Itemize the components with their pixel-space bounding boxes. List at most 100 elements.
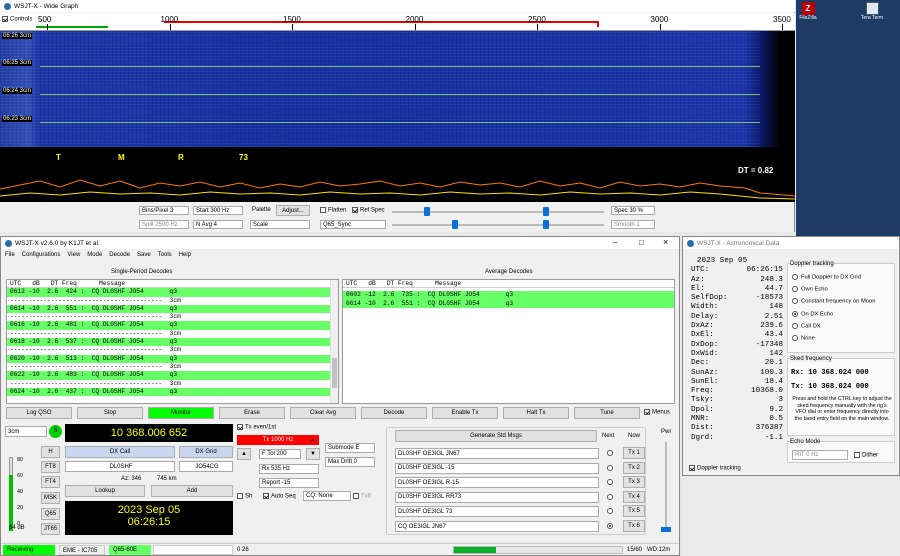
decode-row[interactable]: 0618 -10 2.6 537 : CQ DL0SHF JO54 q3 [7,338,338,347]
decode-row[interactable]: ----------------------------------------… [7,346,338,355]
max-drift-spinbox[interactable]: Max Drift 0 [325,457,375,467]
avg-slider-track[interactable] [392,224,604,226]
clear-avg-button[interactable]: Clear Avg [290,407,356,419]
tx-6-button[interactable]: Tx 6 [623,520,645,532]
tx-message-2-input[interactable]: DL0SHF OE3IGL -15 [395,462,599,474]
tx-message-1-input[interactable]: DL0SHF OE3IGL JN67 [395,448,599,459]
band-combo[interactable]: 3cm [5,426,47,437]
mode-button-h[interactable]: H [41,446,60,458]
decode-row[interactable]: ----------------------------------------… [7,329,338,339]
flatten-checkbox[interactable]: Flatten [320,207,346,214]
decode-button[interactable]: Decode [361,407,427,419]
rit-spinbox[interactable]: RIT 0 Hz [792,450,848,460]
decode-row[interactable]: ----------------------------------------… [7,313,338,322]
generate-std-msgs-button[interactable]: Generate Std Msgs [395,430,597,442]
decode-row[interactable]: 0616 -10 2.6 481 : CQ DL0SHF JO54 q3 [7,321,338,330]
wide-graph-titlebar[interactable]: WSJT-X - Wide Graph [0,0,795,12]
tx-1-next-radio[interactable] [607,450,613,456]
tune-button[interactable]: Tune [574,407,640,419]
gain-slider-handle[interactable] [424,207,430,216]
menus-checkbox[interactable]: Menus [644,409,670,416]
halt-tx-button[interactable]: Halt Tx [503,407,569,419]
avg-row[interactable]: 0602 -12 2.6 735 : CQ DL0SHF JO54 q3 [343,291,674,300]
menu-file[interactable]: File [5,252,15,262]
ref-spec-checkbox[interactable]: Ref Spec [352,207,385,214]
smooth-spinbox[interactable]: Smooth 1 [611,220,655,229]
astro-titlebar[interactable]: WSJT-X - Astronomical Data [683,237,899,249]
dx-grid-input[interactable]: JO54CG [179,461,233,472]
tx-3-button[interactable]: Tx 3 [623,476,645,489]
start-freq-spinbox[interactable]: Start 300 Hz [193,206,243,215]
menu-view[interactable]: View [67,252,80,262]
tx-2-button[interactable]: Tx 2 [623,461,645,474]
tx-message-5-input[interactable]: DL0SHF OE3IGL 73 [395,506,599,518]
single-scrollbar[interactable] [330,280,338,403]
cq-combo[interactable]: CQ: None [303,491,351,501]
auto-seq-checkbox[interactable]: Auto Seq [263,493,296,500]
decode-row[interactable]: 0614 -10 2.6 551 : CQ DL0SHF JO54 q3 [7,304,338,314]
menu-configurations[interactable]: Configurations [22,252,61,262]
minimize-button[interactable]: – [613,238,617,247]
tx-2-next-radio[interactable] [607,464,613,471]
enable-tx-button[interactable]: Enable Tx [432,407,498,419]
avg-slider-handle[interactable] [452,220,458,229]
erase-button[interactable]: Erase [219,407,285,419]
mode-button-ft4[interactable]: FT4 [41,476,60,488]
split-spinbox[interactable]: Split 2500 Hz [139,220,189,229]
tx-4-button[interactable]: Tx 4 [623,490,645,503]
adjust-button[interactable]: Adjust... [276,205,310,216]
decode-row[interactable]: ----------------------------------------… [7,296,338,305]
doppler-tracking-checkbox[interactable]: Doppler tracking [689,465,741,472]
filezilla-shortcut[interactable]: Z FileZilla [797,2,819,21]
ftol-spinbox[interactable]: F Tol 200 [259,449,301,459]
tx-1-button[interactable]: Tx 1 [623,447,645,459]
tx-5-button[interactable]: Tx 5 [623,505,645,518]
decode-row[interactable]: 0622 -10 2.6 483 : CQ DL0SHF JO54 q3 [7,371,338,380]
menu-help[interactable]: Help [179,252,191,262]
menu-tools[interactable]: Tools [158,252,172,262]
menu-mode[interactable]: Mode [87,252,102,262]
up-arrow-button[interactable]: ▲ [237,448,251,460]
bins-per-pixel-spinbox[interactable]: Bins/Pixel 3 [139,206,189,215]
dither-checkbox[interactable]: Dither [854,452,878,459]
tx-4-next-radio[interactable] [607,493,613,500]
sh-checkbox[interactable]: Sh [237,493,252,500]
main-titlebar[interactable]: WSJT-X v2.6.0 by K1JT et al. [1,237,679,249]
zero-slider-handle[interactable] [543,207,549,216]
maximize-button[interactable]: □ [639,238,644,247]
lookup-button[interactable]: Lookup [65,485,145,497]
doppler-option[interactable]: Own Echo [792,286,875,298]
power-slider-track[interactable] [665,442,667,532]
scale-combo[interactable]: Scale [250,220,310,229]
doppler-option[interactable]: None [792,334,875,347]
cat-indicator-icon[interactable]: S [49,425,62,438]
mode-button-msk[interactable]: MSK [41,492,60,504]
average-decodes-panel[interactable]: UTC dB DT Freq Message 0602 -12 2.6 735 … [342,279,675,404]
tx-6-next-radio[interactable] [607,523,613,529]
decode-row[interactable]: 0620 -10 2.6 513 : CQ DL0SHF JO54 q3 [7,354,338,363]
submode-combo[interactable]: Submode E [325,443,375,453]
avg-row[interactable]: 0614 -10 2.6 551 : CQ DL0SHF JO54 q3 [343,299,674,308]
monitor-button[interactable]: Monitor [148,407,214,419]
doppler-option[interactable]: Constant frequency on Moon [792,298,875,310]
dx-call-input[interactable]: DL0SHF [65,461,175,472]
stop-button[interactable]: Stop [77,407,143,419]
tx-message-3-input[interactable]: DL0SHF OE3IGL R-15 [395,477,599,489]
add-button[interactable]: Add [151,485,233,497]
report-spinbox[interactable]: Report -15 [259,478,319,488]
decode-row[interactable]: 0624 -10 2.6 437 : CQ DL0SHF JO54 q3 [7,387,338,397]
power-slider-handle[interactable] [661,527,671,532]
q65-sync-combo[interactable]: Q65_Sync [320,220,386,229]
tx-freq-spin-arrow[interactable]: ▴ [311,436,314,443]
waterfall-display[interactable]: 06:26 3cm 06:25 3cm 06:24 3cm 06:23 3cm [0,31,795,147]
decode-row[interactable]: ----------------------------------------… [7,362,338,372]
rx-freq-spinbox[interactable]: Rx 535 Hz [259,464,319,474]
tx6-checkbox[interactable]: Tx6 [353,493,371,500]
scrollbar-thumb[interactable] [332,358,337,388]
doppler-option[interactable]: Call DX [792,322,875,335]
teraterm-shortcut[interactable]: Tera Term [857,2,887,21]
decode-row[interactable]: 0612 -10 2.6 424 : CQ DL0SHF JO54 q3 [7,288,338,297]
tx-message-6-input[interactable]: CQ OE3IGL JN67 [395,521,599,532]
down-arrow-button[interactable]: ▼ [306,448,320,460]
tx-message-4-input[interactable]: DL0SHF OE3IGL RR73 [395,491,599,503]
